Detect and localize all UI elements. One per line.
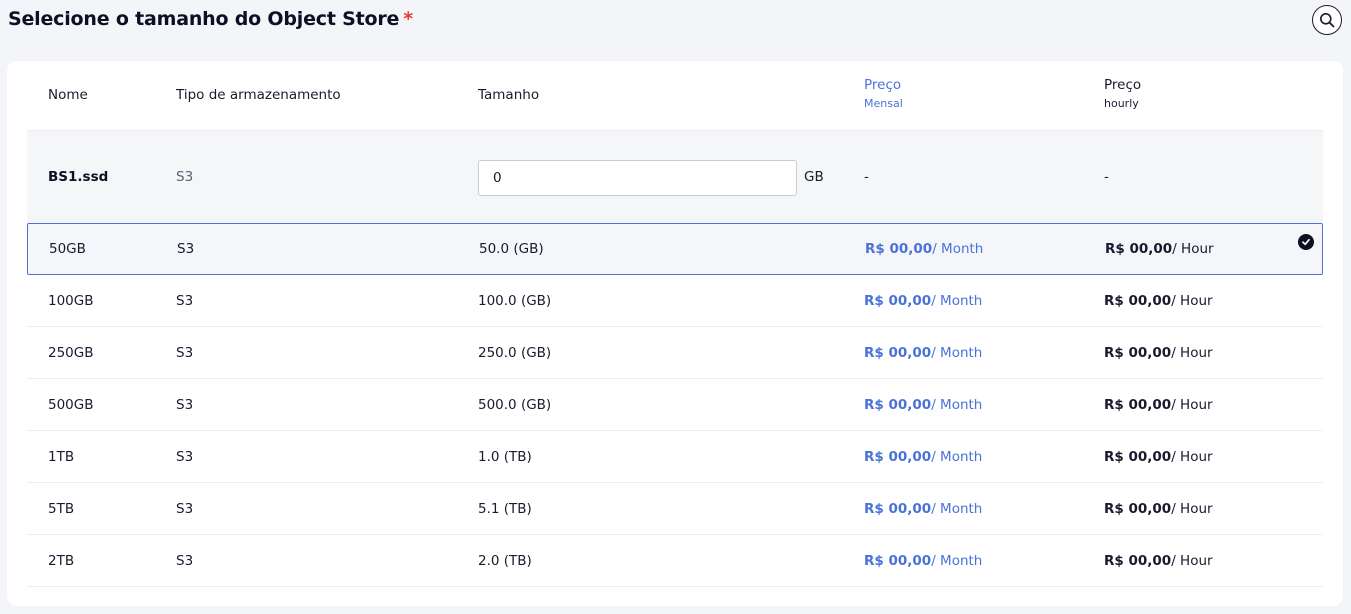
custom-row-price-month: - (864, 169, 869, 185)
row-price-month-suffix: / Month (931, 292, 983, 309)
column-header-size: Tamanho (478, 87, 540, 103)
row-storage-type: S3 (177, 241, 195, 257)
row-storage-type: S3 (176, 292, 194, 309)
custom-row-name: BS1.ssd (48, 169, 109, 185)
table-row[interactable]: 1TB S3 1.0 (TB) R$ 00,00/ Month R$ 00,00/ Ho… (27, 431, 1323, 483)
table-row[interactable]: 50GB S3 50.0 (GB) R$ 00,00/ Month R$ 00,00/ … (27, 223, 1323, 275)
row-name: 100GB (48, 292, 94, 309)
row-price-month: R$ 00,00/ Month (864, 397, 982, 413)
table-row[interactable]: 100GB S3 100.0 (GB) R$ 00,00/ Month R$ 00,00… (27, 275, 1323, 327)
search-button[interactable] (1312, 5, 1342, 35)
table-header: Nome Tipo de armazenamento Tamanho Preço… (27, 61, 1323, 131)
row-price-hour-value: R$ 00,00 (1104, 552, 1172, 569)
custom-size-input[interactable] (478, 160, 797, 196)
row-price-hour-suffix: / Hour (1171, 292, 1213, 309)
size-table: Nome Tipo de armazenamento Tamanho Preço… (7, 61, 1343, 606)
column-header-price-month-sub: Mensal (864, 97, 903, 110)
table-row[interactable]: 2TB S3 2.0 (TB) R$ 00,00/ Month R$ 00,00/ Ho… (27, 535, 1323, 587)
row-price-hour-value: R$ 00,00 (1104, 448, 1172, 465)
row-price-month: R$ 00,00/ Month (864, 553, 982, 569)
row-price-month-value: R$ 00,00 (864, 448, 932, 465)
row-price-hour-suffix: / Hour (1171, 448, 1213, 465)
row-price-month-value: R$ 00,00 (864, 396, 932, 413)
row-size: 500.0 (GB) (478, 396, 552, 413)
column-header-price-hour: Preço hourly (1104, 77, 1141, 110)
row-storage-type: S3 (176, 396, 194, 413)
row-storage-type: S3 (176, 552, 194, 569)
row-price-hour: R$ 00,00/ Hour (1104, 449, 1213, 465)
row-price-hour-value: R$ 00,00 (1104, 396, 1172, 413)
row-size: 250.0 (GB) (478, 344, 552, 361)
row-size: 1.0 (TB) (478, 448, 532, 465)
check-circle-icon (1298, 234, 1314, 250)
row-price-month-suffix: / Month (931, 344, 983, 361)
row-price-month-value: R$ 00,00 (864, 344, 932, 361)
row-price-month-suffix: / Month (931, 396, 983, 413)
row-price-hour-suffix: / Hour (1171, 552, 1213, 569)
page-title-text: Selecione o tamanho do Object Store (8, 8, 400, 30)
row-price-hour-suffix: / Hour (1171, 344, 1213, 361)
row-price-month-value: R$ 00,00 (864, 552, 932, 569)
row-price-month-value: R$ 00,00 (865, 241, 933, 257)
row-price-month: R$ 00,00/ Month (864, 449, 982, 465)
row-price-month: R$ 00,00/ Month (864, 345, 982, 361)
row-price-hour: R$ 00,00/ Hour (1104, 345, 1213, 361)
column-header-name: Nome (48, 87, 88, 103)
custom-row-price-hour: - (1104, 169, 1109, 185)
row-name: 500GB (48, 396, 94, 413)
row-price-month: R$ 00,00/ Month (864, 501, 982, 517)
column-header-price-month: Preço Mensal (864, 77, 903, 110)
row-price-hour-value: R$ 00,00 (1105, 241, 1173, 257)
row-price-hour: R$ 00,00/ Hour (1104, 397, 1213, 413)
row-price-month-suffix: / Month (932, 241, 984, 257)
row-size: 2.0 (TB) (478, 552, 532, 569)
required-marker: * (403, 8, 413, 30)
row-price-month: R$ 00,00/ Month (865, 241, 983, 257)
custom-size-row[interactable]: BS1.ssd S3 GB - - (27, 131, 1323, 223)
row-name: 50GB (49, 241, 86, 257)
row-price-hour-suffix: / Hour (1172, 241, 1214, 257)
column-header-price-hour-sub: hourly (1104, 97, 1139, 110)
search-icon (1320, 13, 1335, 28)
custom-row-type: S3 (176, 169, 194, 185)
row-price-month-value: R$ 00,00 (864, 500, 932, 517)
row-name: 1TB (48, 448, 75, 465)
row-storage-type: S3 (176, 344, 194, 361)
table-row[interactable]: 500GB S3 500.0 (GB) R$ 00,00/ Month R$ 00,00… (27, 379, 1323, 431)
row-price-month-suffix: / Month (931, 500, 983, 517)
column-header-storage-type: Tipo de armazenamento (176, 87, 341, 103)
row-price-hour: R$ 00,00/ Hour (1104, 553, 1213, 569)
row-price-hour-suffix: / Hour (1171, 500, 1213, 517)
row-price-hour: R$ 00,00/ Hour (1104, 501, 1213, 517)
row-name: 250GB (48, 344, 94, 361)
row-storage-type: S3 (176, 448, 194, 465)
row-size: 5.1 (TB) (478, 500, 532, 517)
row-storage-type: S3 (176, 500, 194, 517)
row-size: 50.0 (GB) (479, 241, 544, 257)
row-price-hour-value: R$ 00,00 (1104, 500, 1172, 517)
row-name: 5TB (48, 500, 75, 517)
row-price-month-suffix: / Month (931, 448, 983, 465)
table-row[interactable]: 250GB S3 250.0 (GB) R$ 00,00/ Month R$ 00,00… (27, 327, 1323, 379)
row-price-hour-suffix: / Hour (1171, 396, 1213, 413)
custom-size-unit: GB (804, 169, 824, 185)
table-row[interactable]: 5TB S3 5.1 (TB) R$ 00,00/ Month R$ 00,00/ Ho… (27, 483, 1323, 535)
row-price-month: R$ 00,00/ Month (864, 293, 982, 309)
column-header-price-month-title: Preço (864, 77, 902, 93)
row-size: 100.0 (GB) (478, 292, 552, 309)
column-header-price-hour-title: Preço (1104, 77, 1142, 93)
row-price-month-suffix: / Month (931, 552, 983, 569)
row-name: 2TB (48, 552, 75, 569)
row-price-month-value: R$ 00,00 (864, 292, 932, 309)
row-price-hour-value: R$ 00,00 (1104, 292, 1172, 309)
row-price-hour-value: R$ 00,00 (1104, 344, 1172, 361)
page-title: Selecione o tamanho do Object Store * (8, 8, 413, 30)
row-price-hour: R$ 00,00/ Hour (1104, 293, 1213, 309)
row-price-hour: R$ 00,00/ Hour (1105, 241, 1214, 257)
